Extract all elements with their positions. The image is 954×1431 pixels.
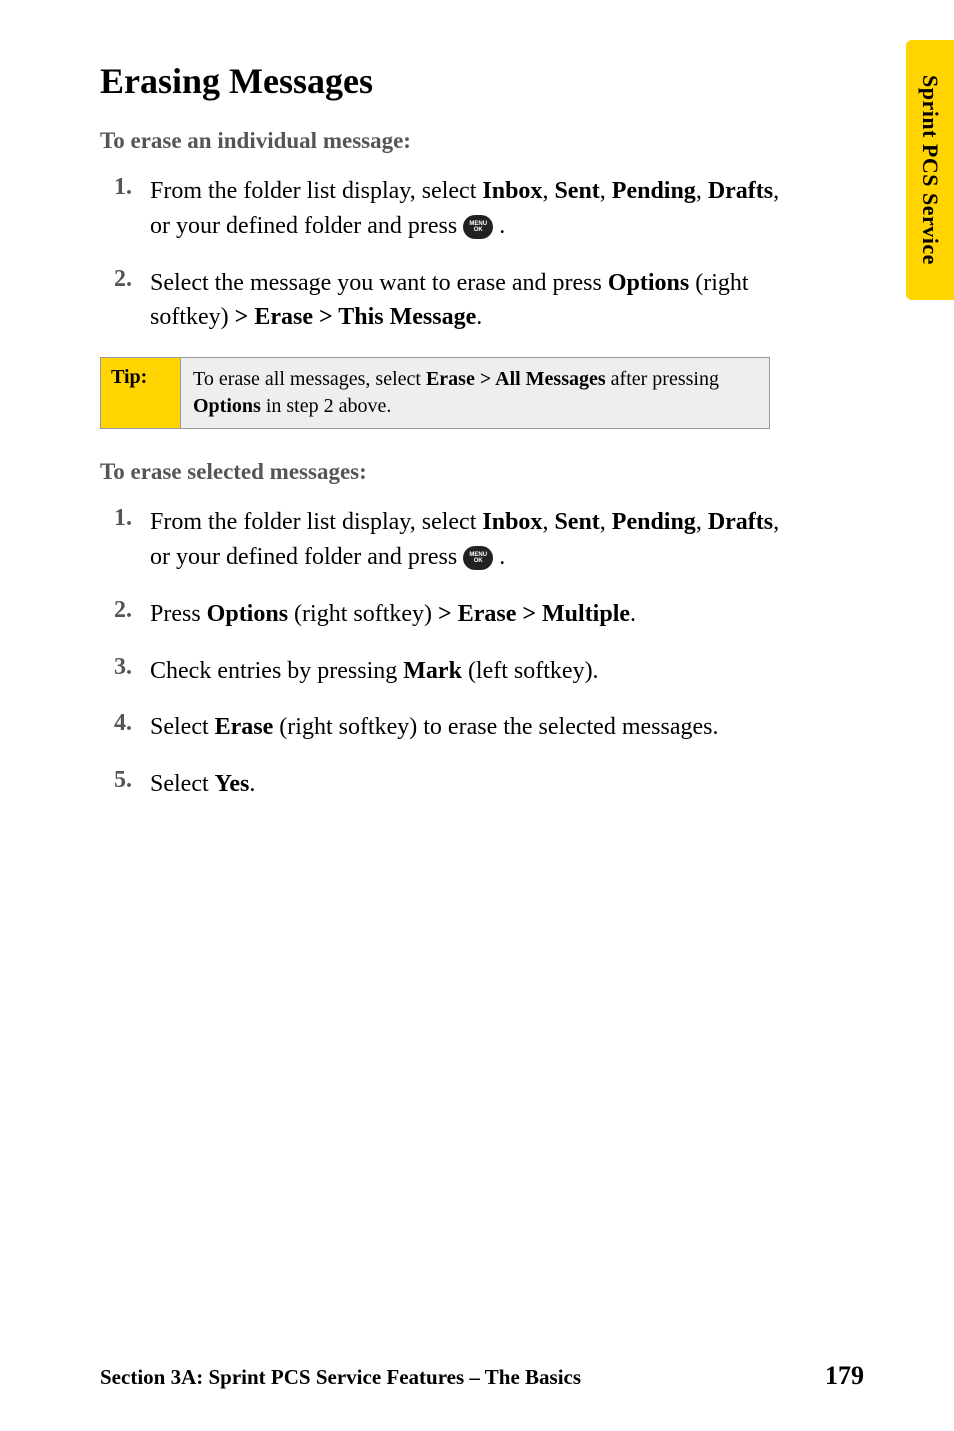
- text: (right softkey): [288, 601, 438, 627]
- bold: > Erase > Multiple: [438, 601, 630, 627]
- menu-ok-icon: MENUOK: [463, 215, 493, 239]
- tip-box: Tip: To erase all messages, select Erase…: [100, 357, 770, 429]
- step: 4. Select Erase (right softkey) to erase…: [100, 710, 854, 745]
- bold: Options: [193, 395, 261, 417]
- bold: Sent: [554, 509, 599, 535]
- bold: Drafts: [708, 509, 773, 535]
- text: Press: [150, 601, 207, 627]
- bold: Inbox: [482, 509, 542, 535]
- page: Sprint PCS Service Erasing Messages To e…: [0, 0, 954, 1431]
- text: .: [476, 304, 482, 330]
- text: From the folder list display, select: [150, 178, 482, 204]
- footer-section: Section 3A: Sprint PCS Service Features …: [100, 1365, 581, 1390]
- bold: Mark: [403, 658, 462, 684]
- footer-page-number: 179: [825, 1361, 864, 1391]
- icon-bottom: OK: [474, 558, 483, 564]
- bold: Inbox: [482, 178, 542, 204]
- bold: Options: [207, 601, 288, 627]
- step-body: Select Yes.: [150, 767, 794, 802]
- step: 5. Select Yes.: [100, 767, 854, 802]
- step: 1. From the folder list display, select …: [100, 505, 854, 575]
- page-title: Erasing Messages: [100, 60, 854, 102]
- section1-steps: 1. From the folder list display, select …: [100, 174, 854, 335]
- text: Check entries by pressing: [150, 658, 403, 684]
- text: Select: [150, 771, 215, 797]
- step-number: 1.: [100, 505, 150, 575]
- text: From the folder list display, select: [150, 509, 482, 535]
- bold: Drafts: [708, 178, 773, 204]
- text: after pressing: [606, 368, 719, 390]
- step-body: Press Options (right softkey) > Erase > …: [150, 597, 794, 632]
- step: 3. Check entries by pressing Mark (left …: [100, 654, 854, 689]
- bold: Pending: [612, 509, 696, 535]
- text: .: [249, 771, 255, 797]
- text: ,: [696, 178, 708, 204]
- text: To erase all messages, select: [193, 368, 426, 390]
- section2-steps: 1. From the folder list display, select …: [100, 505, 854, 802]
- text: .: [493, 213, 505, 239]
- side-tab: Sprint PCS Service: [906, 40, 954, 300]
- step-number: 4.: [100, 710, 150, 745]
- text: ,: [542, 509, 554, 535]
- side-tab-label: Sprint PCS Service: [917, 75, 943, 265]
- text: ,: [696, 509, 708, 535]
- icon-bottom: OK: [474, 227, 483, 233]
- tip-body: To erase all messages, select Erase > Al…: [181, 358, 769, 428]
- tip-label: Tip:: [101, 358, 181, 428]
- step-number: 5.: [100, 767, 150, 802]
- bold: Pending: [612, 178, 696, 204]
- step-number: 2.: [100, 266, 150, 336]
- step: 2. Press Options (right softkey) > Erase…: [100, 597, 854, 632]
- page-footer: Section 3A: Sprint PCS Service Features …: [100, 1361, 864, 1391]
- bold: Sent: [554, 178, 599, 204]
- step-number: 1.: [100, 174, 150, 244]
- text: .: [630, 601, 636, 627]
- step-number: 2.: [100, 597, 150, 632]
- text: (right softkey) to erase the selected me…: [273, 714, 718, 740]
- step-body: Select the message you want to erase and…: [150, 266, 794, 336]
- text: in step 2 above.: [261, 395, 392, 417]
- bold: Yes: [215, 771, 250, 797]
- text: .: [493, 544, 505, 570]
- bold: Erase: [215, 714, 274, 740]
- text: Select the message you want to erase and…: [150, 270, 608, 296]
- bold: Erase > All Messages: [426, 368, 606, 390]
- step: 2. Select the message you want to erase …: [100, 266, 854, 336]
- text: (left softkey).: [462, 658, 599, 684]
- step: 1. From the folder list display, select …: [100, 174, 854, 244]
- bold: > Erase > This Message: [235, 304, 477, 330]
- step-body: Select Erase (right softkey) to erase th…: [150, 710, 794, 745]
- step-body: From the folder list display, select Inb…: [150, 505, 794, 575]
- step-number: 3.: [100, 654, 150, 689]
- section2-lead: To erase selected messages:: [100, 459, 854, 485]
- text: ,: [600, 509, 612, 535]
- section1-lead: To erase an individual message:: [100, 128, 854, 154]
- bold: Options: [608, 270, 689, 296]
- text: ,: [600, 178, 612, 204]
- text: ,: [542, 178, 554, 204]
- text: Select: [150, 714, 215, 740]
- menu-ok-icon: MENUOK: [463, 546, 493, 570]
- step-body: From the folder list display, select Inb…: [150, 174, 794, 244]
- step-body: Check entries by pressing Mark (left sof…: [150, 654, 794, 689]
